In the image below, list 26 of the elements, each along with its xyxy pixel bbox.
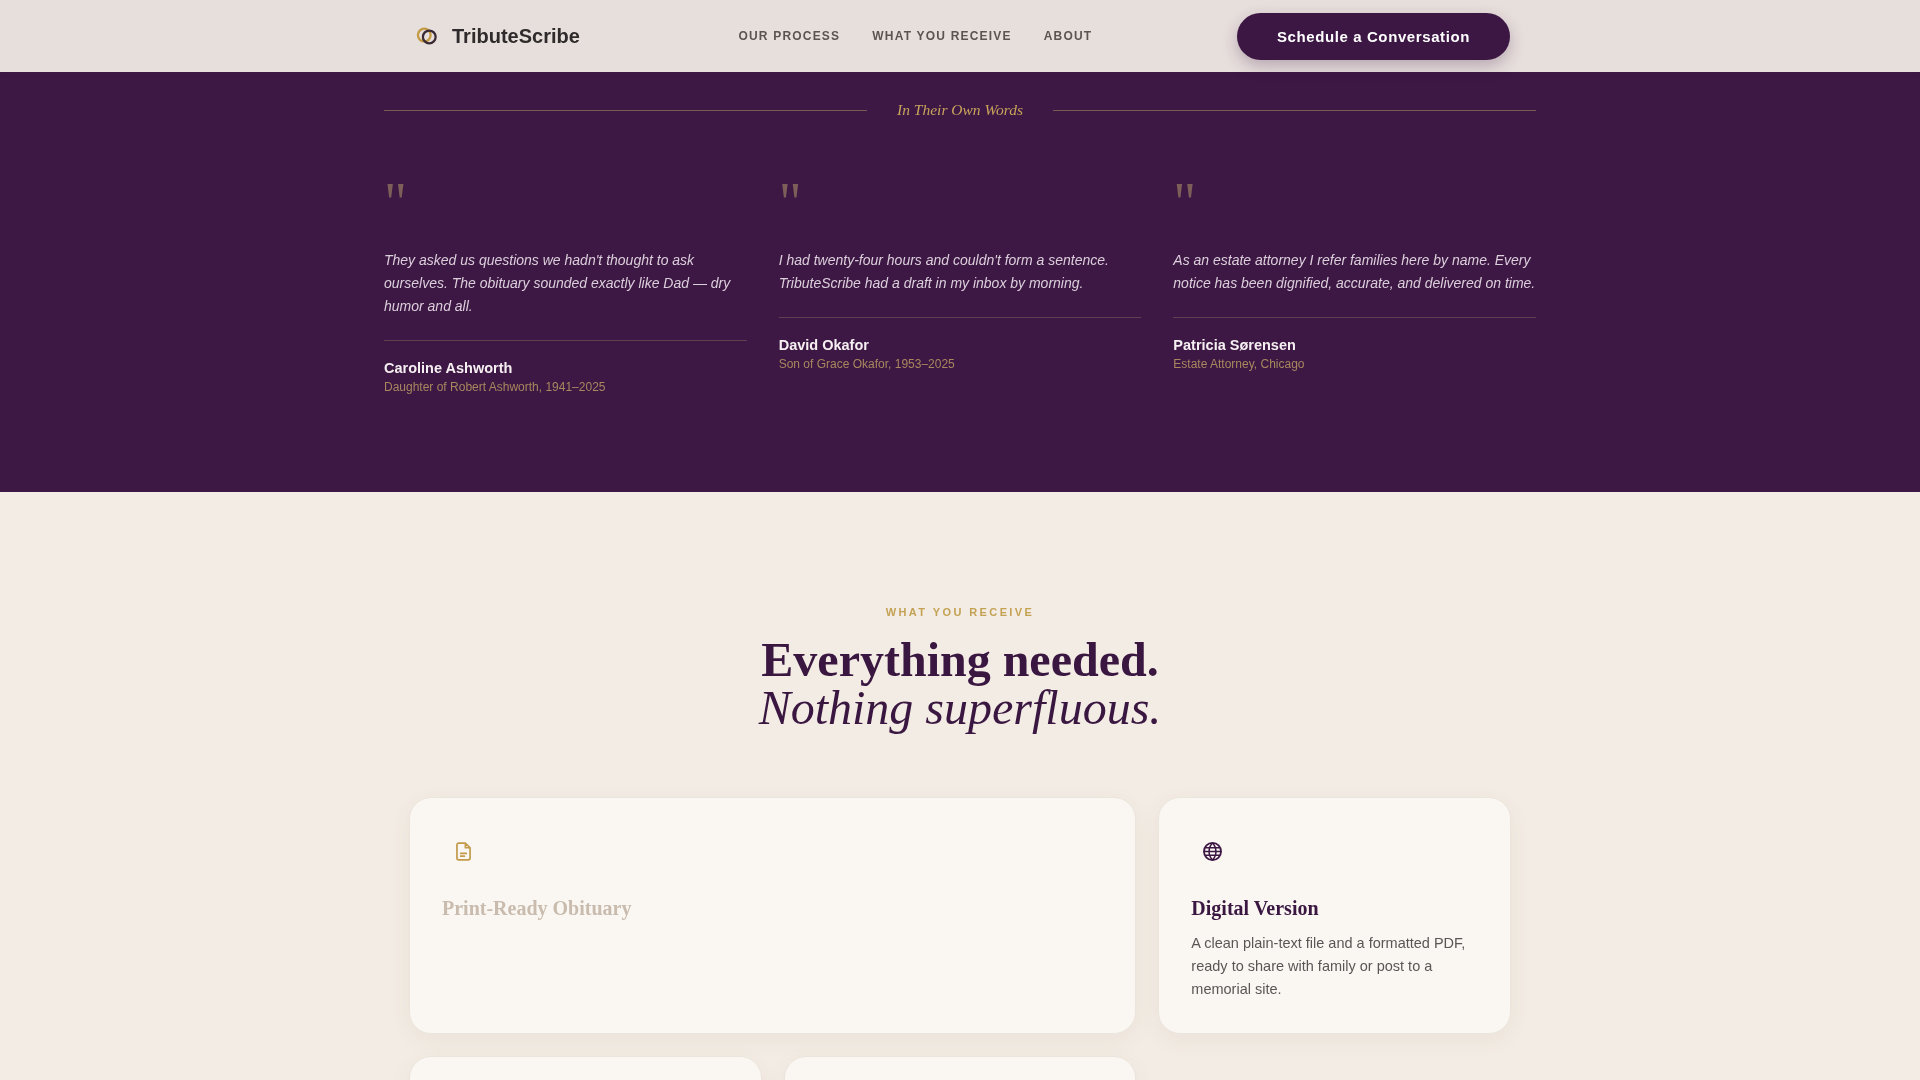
author-role: Estate Attorney, Chicago [1173,356,1306,373]
nav-link[interactable]: OUR PROCESS [738,29,841,43]
author-name: David Okafor [778,336,870,355]
schedule-button[interactable]: Schedule a Conversation [1236,12,1510,60]
nav-link[interactable]: WHAT YOU RECEIVE [872,29,1012,43]
eyebrow-label: WHAT YOU RECEIVE [884,605,1036,620]
card-title: Print-Ready Obituary [442,896,632,921]
rings-icon [416,26,438,46]
card-description: A clean plain-text file and a formatted PDF, ready to share with family or post to a memorial site. [1191,934,1467,999]
globe-icon [1202,841,1222,861]
quote-text: They asked us questions we hadn't thought to ask ourselves. The obituary sounded exactly like Dad — dry humor and all. [384,251,732,316]
quote-text: I had twenty-four hours and couldn't form a sentence. TributeScribe had a draft in my inbox by morning. [778,251,1110,293]
document-icon [455,841,471,861]
quote-mark: " [778,184,802,199]
quote-text: As an estate attorney I refer families here by name. Every notice has been dignified, accurate, and delivered on time. [1173,251,1536,293]
author-name: Patricia Sørensen [1173,336,1297,355]
section-title: In Their Own Words [897,101,1023,119]
brand-link[interactable]: TributeScribe [410,24,580,48]
section-heading: Everything needed. [760,636,1160,684]
nav-link[interactable]: ABOUT [1043,29,1093,43]
card-title: Digital Version [1191,896,1319,921]
author-role: Daughter of Robert Ashworth, 1941–2025 [384,379,607,396]
author-role: Son of Grace Okafor, 1953–2025 [778,356,956,373]
quote-mark: " [1173,184,1197,199]
quote-mark: " [384,184,407,199]
author-name: Caroline Ashworth [384,359,514,378]
